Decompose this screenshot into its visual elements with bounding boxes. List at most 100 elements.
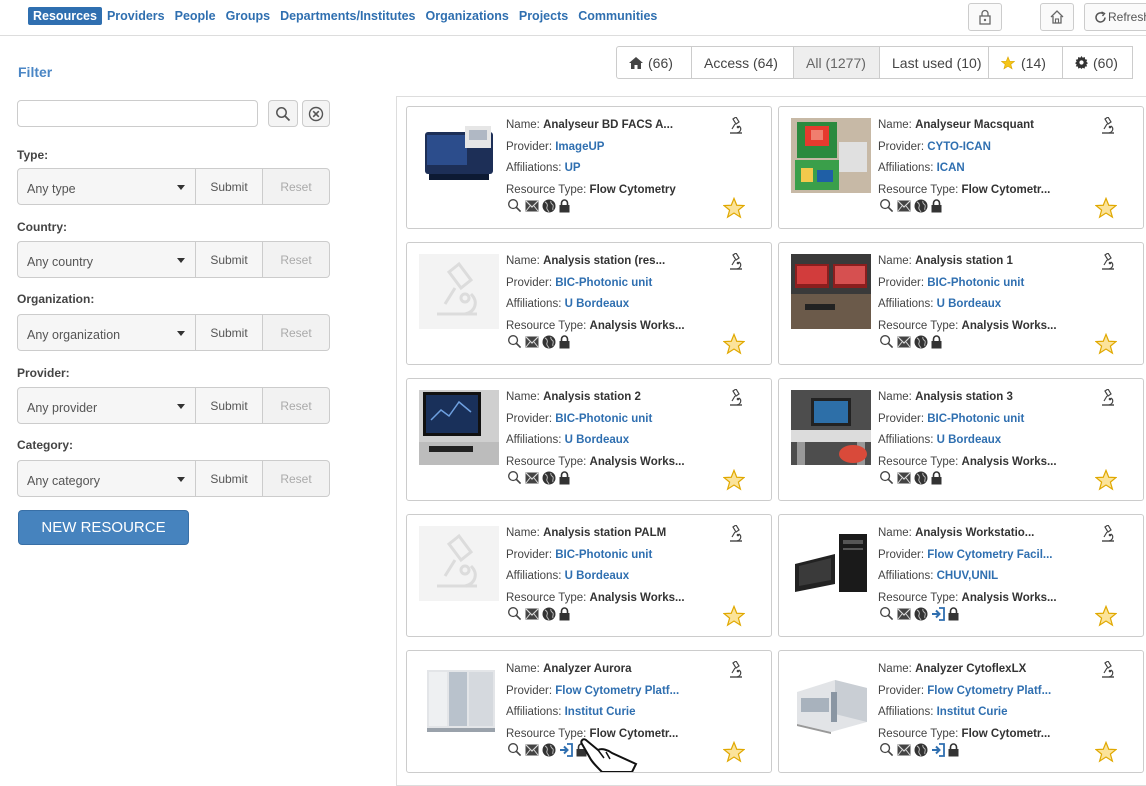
- resource-thumbnail[interactable]: [419, 390, 499, 465]
- resource-name[interactable]: Analysis station 3: [915, 391, 1013, 403]
- nav-communities[interactable]: Communities: [573, 7, 662, 25]
- search-input[interactable]: [17, 100, 258, 127]
- tab-favorites[interactable]: (14): [989, 46, 1063, 79]
- globe-icon[interactable]: [542, 471, 556, 485]
- nav-resources[interactable]: Resources: [28, 7, 102, 25]
- mail-icon[interactable]: [897, 336, 911, 348]
- resource-thumbnail[interactable]: [419, 254, 499, 329]
- globe-icon[interactable]: [542, 607, 556, 621]
- globe-icon[interactable]: [914, 199, 928, 213]
- clear-search-button[interactable]: [302, 100, 330, 127]
- favorite-star-icon[interactable]: [723, 333, 745, 355]
- resource-affiliations-link[interactable]: Institut Curie: [565, 706, 636, 718]
- type-submit-button[interactable]: Submit: [196, 168, 263, 205]
- resource-name[interactable]: Analyseur Macsquant: [915, 119, 1034, 131]
- organization-select[interactable]: Any organization: [17, 314, 196, 351]
- favorite-star-icon[interactable]: [723, 197, 745, 219]
- favorite-star-icon[interactable]: [1095, 605, 1117, 627]
- search-icon[interactable]: [507, 198, 522, 213]
- resource-provider-link[interactable]: ImageUP: [555, 141, 604, 153]
- resource-thumbnail[interactable]: [419, 662, 499, 737]
- resource-affiliations-link[interactable]: U Bordeaux: [937, 298, 1002, 310]
- resource-provider-link[interactable]: BIC-Photonic unit: [555, 549, 652, 561]
- organization-reset-button[interactable]: Reset: [263, 314, 330, 351]
- resource-thumbnail[interactable]: [419, 526, 499, 601]
- globe-icon[interactable]: [542, 199, 556, 213]
- new-resource-button[interactable]: NEW RESOURCE: [18, 510, 189, 545]
- type-reset-button[interactable]: Reset: [263, 168, 330, 205]
- resource-thumbnail[interactable]: [791, 254, 871, 329]
- refresh-button[interactable]: Refresh: [1084, 3, 1146, 31]
- resource-name[interactable]: Analyzer CytoflexLX: [915, 663, 1026, 675]
- tab-all[interactable]: All (1277): [794, 46, 880, 79]
- nav-departments[interactable]: Departments/Institutes: [275, 7, 420, 25]
- category-submit-button[interactable]: Submit: [196, 460, 263, 497]
- search-icon[interactable]: [879, 742, 894, 757]
- nav-groups[interactable]: Groups: [221, 7, 275, 25]
- resource-thumbnail[interactable]: [791, 390, 871, 465]
- resource-name[interactable]: Analysis station (res...: [543, 255, 665, 267]
- tab-access[interactable]: Access (64): [692, 46, 794, 79]
- search-icon[interactable]: [879, 606, 894, 621]
- mail-icon[interactable]: [897, 744, 911, 756]
- provider-reset-button[interactable]: Reset: [263, 387, 330, 424]
- mail-icon[interactable]: [525, 472, 539, 484]
- resource-name[interactable]: Analyseur BD FACS A...: [543, 119, 673, 131]
- resource-thumbnail[interactable]: [791, 662, 871, 737]
- mail-icon[interactable]: [897, 608, 911, 620]
- country-submit-button[interactable]: Submit: [196, 241, 263, 278]
- resource-provider-link[interactable]: BIC-Photonic unit: [927, 413, 1024, 425]
- resource-provider-link[interactable]: BIC-Photonic unit: [555, 413, 652, 425]
- resource-thumbnail[interactable]: [791, 118, 871, 193]
- resource-card[interactable]: Name: Analysis station 3 Provider: BIC-Ph…: [778, 378, 1144, 501]
- resource-provider-link[interactable]: BIC-Photonic unit: [927, 277, 1024, 289]
- resource-provider-link[interactable]: Flow Cytometry Facil...: [927, 549, 1052, 561]
- mail-icon[interactable]: [525, 336, 539, 348]
- category-select[interactable]: Any category: [17, 460, 196, 497]
- search-icon[interactable]: [507, 334, 522, 349]
- sign-in-icon[interactable]: [559, 742, 573, 757]
- mail-icon[interactable]: [897, 200, 911, 212]
- resource-provider-link[interactable]: Flow Cytometry Platf...: [927, 685, 1051, 697]
- favorite-star-icon[interactable]: [723, 469, 745, 491]
- resource-provider-link[interactable]: CYTO-ICAN: [927, 141, 991, 153]
- resource-card[interactable]: Name: Analyzer CytoflexLX Provider: Flow …: [778, 650, 1144, 773]
- search-icon[interactable]: [507, 470, 522, 485]
- sign-in-icon[interactable]: [931, 606, 945, 621]
- favorite-star-icon[interactable]: [1095, 469, 1117, 491]
- resource-provider-link[interactable]: Flow Cytometry Platf...: [555, 685, 679, 697]
- globe-icon[interactable]: [914, 471, 928, 485]
- resource-card[interactable]: Name: Analysis station 2 Provider: BIC-Ph…: [406, 378, 772, 501]
- search-button[interactable]: [268, 100, 298, 127]
- country-reset-button[interactable]: Reset: [263, 241, 330, 278]
- provider-submit-button[interactable]: Submit: [196, 387, 263, 424]
- mail-icon[interactable]: [897, 472, 911, 484]
- search-icon[interactable]: [879, 470, 894, 485]
- globe-icon[interactable]: [914, 743, 928, 757]
- resource-thumbnail[interactable]: [419, 118, 499, 193]
- resource-affiliations-link[interactable]: U Bordeaux: [565, 298, 630, 310]
- favorite-star-icon[interactable]: [1095, 741, 1117, 763]
- resource-card[interactable]: Name: Analysis station PALM Provider: BIC…: [406, 514, 772, 637]
- resource-card[interactable]: Name: Analyseur BD FACS A... Provider: Im…: [406, 106, 772, 229]
- resource-name[interactable]: Analysis station PALM: [543, 527, 666, 539]
- favorite-star-icon[interactable]: [723, 605, 745, 627]
- favorite-star-icon[interactable]: [723, 741, 745, 763]
- search-icon[interactable]: [879, 198, 894, 213]
- resource-card[interactable]: Name: Analysis station 1 Provider: BIC-Ph…: [778, 242, 1144, 365]
- search-icon[interactable]: [879, 334, 894, 349]
- country-select[interactable]: Any country: [17, 241, 196, 278]
- resource-card[interactable]: Name: Analysis station (res... Provider: …: [406, 242, 772, 365]
- nav-projects[interactable]: Projects: [514, 7, 573, 25]
- globe-icon[interactable]: [914, 335, 928, 349]
- resource-affiliations-link[interactable]: UP: [565, 162, 581, 174]
- nav-people[interactable]: People: [170, 7, 221, 25]
- organization-submit-button[interactable]: Submit: [196, 314, 263, 351]
- resource-card[interactable]: Name: Analyseur Macsquant Provider: CYTO-…: [778, 106, 1144, 229]
- mail-icon[interactable]: [525, 200, 539, 212]
- resource-affiliations-link[interactable]: ICAN: [937, 162, 965, 174]
- search-icon[interactable]: [507, 742, 522, 757]
- resource-name[interactable]: Analysis Workstatio...: [915, 527, 1034, 539]
- category-reset-button[interactable]: Reset: [263, 460, 330, 497]
- type-select[interactable]: Any type: [17, 168, 196, 205]
